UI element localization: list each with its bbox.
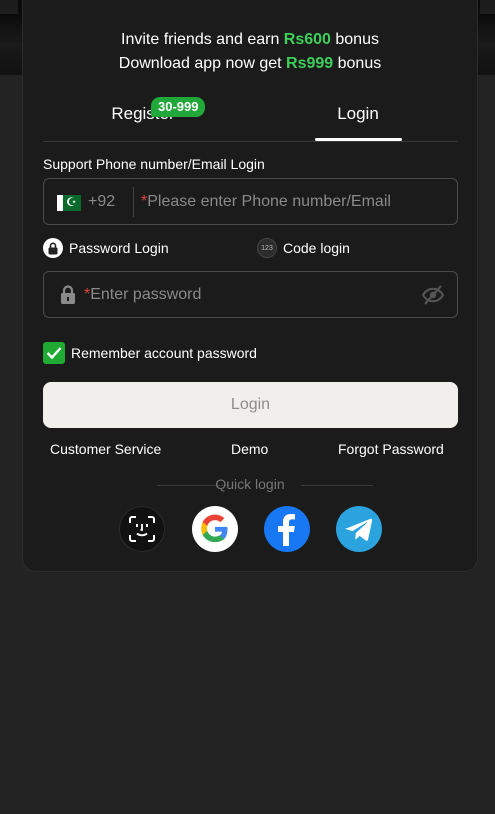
promo-amount-2: Rs999 [286,55,334,72]
face-id-icon [129,516,155,542]
login-method-label: Support Phone number/Email Login [43,156,265,172]
lock-icon [43,238,63,258]
facebook-login-button[interactable] [264,506,310,552]
remember-password[interactable]: Remember account password [43,342,257,364]
code-123-icon: 123 [257,238,277,258]
register-bonus-badge: 30-999 [151,97,206,117]
quick-login-divider-right [301,485,373,486]
google-icon [201,514,228,543]
pakistan-flag-icon[interactable] [57,194,81,211]
password-field[interactable]: *Enter password [43,271,458,318]
telegram-icon [345,518,373,541]
quick-login-label: Quick login [215,476,285,492]
code-login-option[interactable]: 123 Code login [257,238,350,258]
lock-icon [60,285,76,305]
password-input[interactable]: *Enter password [84,286,201,304]
forgot-password-link[interactable]: Forgot Password [338,441,444,457]
promo-banner: Invite friends and earn Rs600 bonus Down… [23,28,477,76]
telegram-login-button[interactable] [336,506,382,552]
face-id-login-button[interactable] [119,506,165,552]
active-tab-indicator [315,138,402,141]
promo-line-1: Invite friends and earn Rs600 bonus [121,31,379,48]
remember-checkbox[interactable] [43,342,65,364]
google-login-button[interactable] [192,506,238,552]
promo-line-2: Download app now get Rs999 bonus [118,55,382,72]
country-code[interactable]: +92 [88,193,115,211]
password-login-option[interactable]: Password Login [43,238,169,258]
tab-login[interactable]: Login [315,104,401,124]
auth-tabs: Register 30-999 Login [43,90,458,142]
demo-link[interactable]: Demo [231,441,268,457]
promo-amount-1: Rs600 [283,31,331,48]
eye-hidden-icon[interactable] [421,284,445,306]
phone-email-input[interactable]: *Please enter Phone number/Email [141,193,391,211]
phone-email-field[interactable]: +92 *Please enter Phone number/Email [43,178,458,225]
login-button[interactable]: Login [43,382,458,428]
customer-service-link[interactable]: Customer Service [50,441,161,457]
facebook-icon [278,514,295,546]
tab-register[interactable]: Register 30-999 [43,97,243,124]
login-card: Invite friends and earn Rs600 bonus Down… [22,0,478,572]
field-divider [133,187,134,217]
